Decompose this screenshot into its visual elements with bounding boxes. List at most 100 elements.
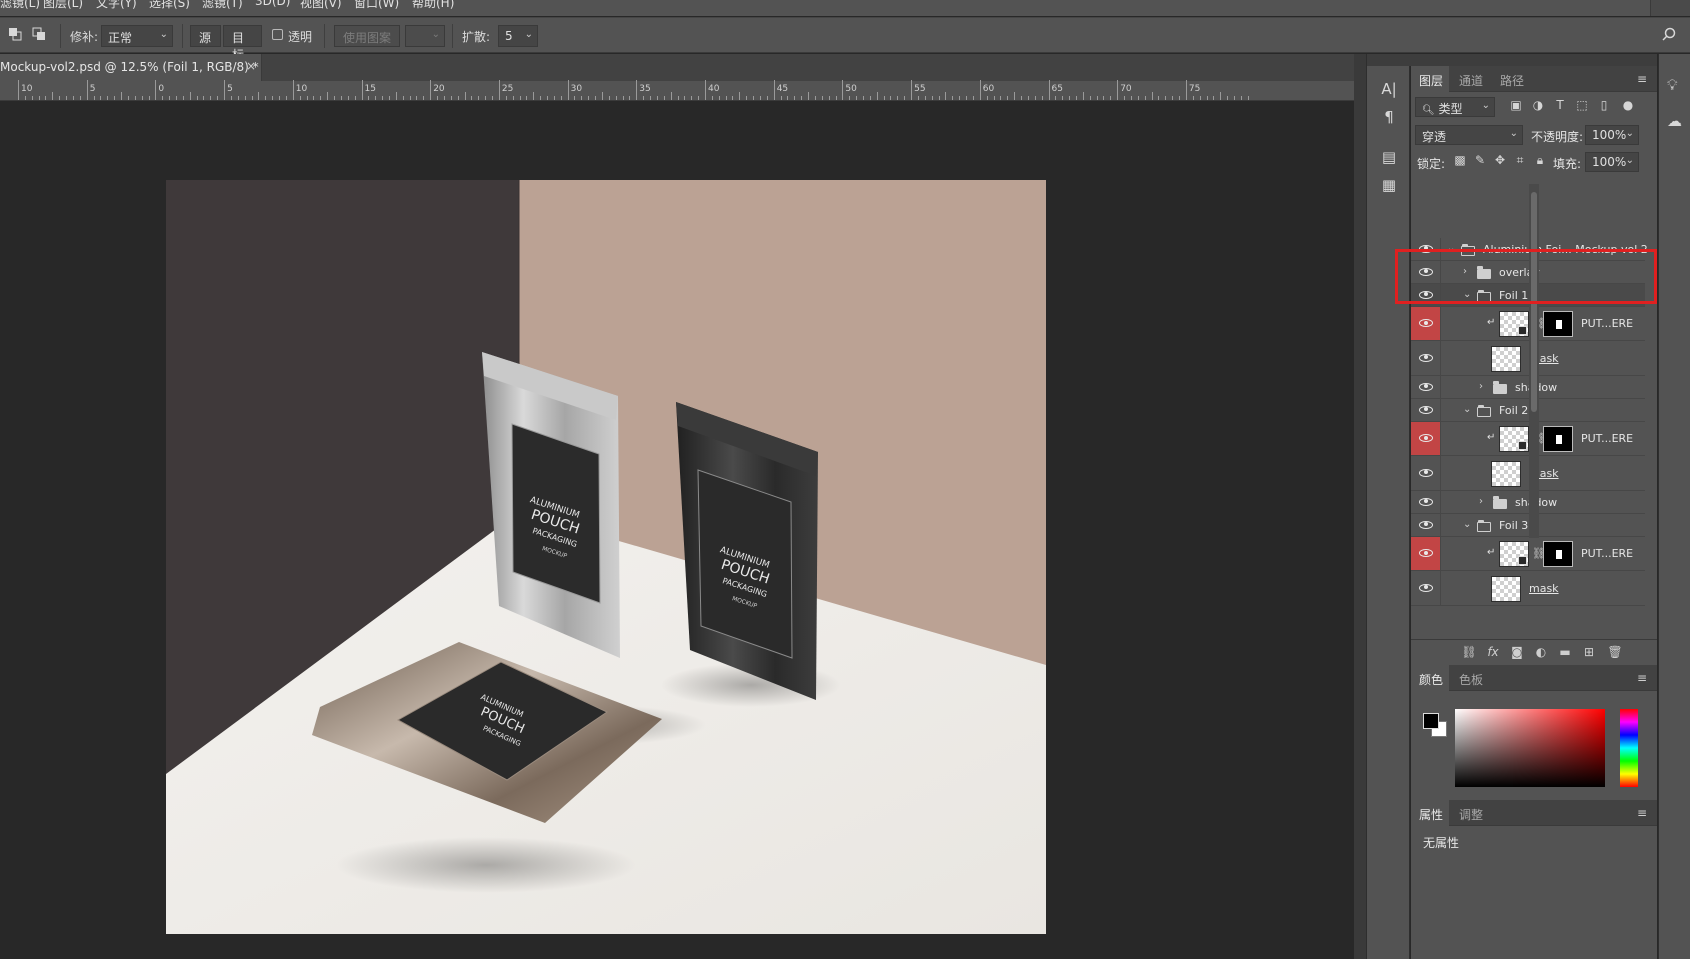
visibility-toggle[interactable] [1411, 514, 1441, 536]
lock-all-icon[interactable]: 🔒︎ [1533, 153, 1547, 168]
source-button[interactable]: 源 [190, 25, 221, 47]
visibility-toggle[interactable] [1411, 422, 1441, 455]
visibility-toggle[interactable] [1411, 571, 1441, 605]
layer-row[interactable]: ↵⛓︎PUT...ERE [1411, 422, 1645, 456]
menu-item[interactable]: 3D(D) [255, 0, 290, 8]
layer-row[interactable]: ↵⛓︎PUT...ERE [1411, 307, 1645, 341]
pattern-picker[interactable]: ⌄ [405, 25, 445, 47]
hue-slider[interactable] [1620, 709, 1638, 787]
shape-filter-icon[interactable]: ⬚ [1575, 98, 1589, 112]
pixel-filter-icon[interactable]: ▣ [1509, 98, 1523, 112]
character-icon[interactable]: A| [1380, 80, 1398, 98]
menu-item[interactable]: 帮助(H) [412, 0, 454, 11]
close-icon[interactable]: × [246, 59, 256, 73]
target-button[interactable]: 目标 [223, 25, 262, 62]
layer-thumbnail[interactable] [1499, 311, 1529, 337]
blend-mode-dropdown[interactable]: 穿透 ⌄ [1415, 125, 1523, 145]
menu-item[interactable]: 滤镜(T) [202, 0, 243, 11]
lock-artboard-icon[interactable]: ⌗ [1513, 153, 1527, 168]
layer-row[interactable]: mask [1411, 571, 1645, 606]
foreground-color-swatch[interactable] [1423, 713, 1439, 729]
layer-row[interactable]: ›shadow [1411, 491, 1645, 514]
layer-row[interactable]: mask [1411, 456, 1645, 491]
link-layers-icon[interactable]: ⛓︎ [1461, 645, 1477, 659]
collapse-bar[interactable] [1367, 54, 1411, 66]
canvas-area[interactable]: ALUMINIUM POUCH PACKAGING MOCKUP ALUMINI… [0, 102, 1365, 959]
visibility-toggle[interactable] [1411, 491, 1441, 513]
horizontal-ruler[interactable]: 10 5 0 5 10 15 20 25 30 35 40 45 50 55 60 65 70 75 [0, 80, 1365, 101]
lock-move-icon[interactable]: ✥ [1493, 153, 1507, 167]
layer-mask-thumbnail[interactable] [1543, 541, 1573, 567]
window-controls[interactable] [1650, 0, 1690, 16]
filter-toggle-icon[interactable]: ● [1621, 98, 1635, 112]
layer-mask-thumbnail[interactable] [1543, 426, 1573, 452]
tab-color[interactable]: 颜色 [1419, 671, 1443, 688]
visibility-toggle[interactable] [1411, 307, 1441, 340]
cloud-icon[interactable]: ☁︎ [1667, 112, 1682, 130]
layer-thumbnail[interactable] [1491, 460, 1521, 487]
artboard[interactable]: ALUMINIUM POUCH PACKAGING MOCKUP ALUMINI… [166, 180, 1046, 934]
visibility-toggle[interactable] [1411, 341, 1441, 375]
new-group-icon[interactable]: ▬ [1557, 645, 1573, 659]
visibility-toggle[interactable] [1411, 399, 1441, 421]
tab-properties[interactable]: 属性 [1419, 806, 1443, 823]
type-filter-icon[interactable]: T [1553, 98, 1567, 112]
layer-row[interactable]: ↵⛓︎PUT...ERE [1411, 537, 1645, 571]
adjustment-filter-icon[interactable]: ◑ [1531, 98, 1545, 112]
menu-item[interactable]: 视图(V) [300, 0, 342, 11]
new-selection-icon[interactable] [8, 27, 22, 41]
lock-transparent-icon[interactable]: ▩ [1453, 153, 1467, 167]
document-tab[interactable]: Mockup-vol2.psd @ 12.5% (Foil 1, RGB/8) … [0, 54, 262, 81]
adjustment-layer-icon[interactable]: ◐ [1533, 645, 1549, 659]
menu-item[interactable]: 文字(Y) [96, 0, 137, 11]
use-pattern-button[interactable]: 使用图案 [334, 25, 400, 47]
menu-item[interactable]: 选择(S) [149, 0, 190, 11]
libraries-icon[interactable]: ▤ [1380, 148, 1398, 166]
layer-row[interactable]: mask [1411, 341, 1645, 376]
layer-row[interactable]: ⌄ Foil 3 [1411, 514, 1645, 537]
fx-icon[interactable]: fx [1485, 645, 1501, 659]
chevron-right-icon[interactable]: › [1479, 381, 1483, 392]
opacity-input[interactable]: 100% ⌄ [1585, 125, 1639, 145]
panel-menu-icon[interactable]: ≡ [1637, 671, 1647, 685]
chevron-down-icon[interactable]: ⌄ [1463, 519, 1471, 530]
fill-input[interactable]: 100% ⌄ [1585, 152, 1639, 172]
layer-row[interactable]: ›shadow [1411, 376, 1645, 399]
new-layer-icon[interactable]: ⊞ [1581, 645, 1597, 659]
paragraph-icon[interactable]: ¶ [1380, 108, 1398, 126]
menu-item[interactable]: 滤镜(L) [0, 0, 40, 11]
collapse-bar[interactable] [1411, 54, 1657, 66]
transparent-checkbox[interactable] [272, 29, 283, 40]
patch-mode-dropdown[interactable]: 正常 ⌄ [101, 25, 173, 47]
tab-adjustments[interactable]: 调整 [1459, 806, 1483, 823]
layer-mask-thumbnail[interactable] [1543, 311, 1573, 337]
lock-paint-icon[interactable]: ✎ [1473, 153, 1487, 167]
color-spectrum[interactable] [1455, 709, 1605, 787]
layer-thumbnail[interactable] [1499, 426, 1529, 452]
panel-menu-icon[interactable]: ≡ [1637, 72, 1647, 86]
tab-paths[interactable]: 路径 [1500, 72, 1524, 89]
visibility-toggle[interactable] [1411, 376, 1441, 398]
chevron-right-icon[interactable]: › [1479, 496, 1483, 507]
layers-scrollbar[interactable] [1529, 184, 1539, 538]
layer-row[interactable]: ⌄ Foil 2 [1411, 399, 1645, 422]
layer-thumbnail[interactable] [1491, 345, 1521, 372]
trash-icon[interactable]: 🗑︎ [1607, 645, 1623, 659]
panel-menu-icon[interactable]: ≡ [1637, 806, 1647, 820]
tab-channels[interactable]: 通道 [1459, 72, 1483, 89]
menu-item[interactable]: 窗口(W) [354, 0, 399, 11]
smart-object-filter-icon[interactable]: ▯ [1597, 98, 1611, 112]
visibility-toggle[interactable] [1411, 537, 1441, 570]
layer-thumbnail[interactable] [1491, 575, 1521, 602]
menu-item[interactable]: 图层(L) [43, 0, 83, 11]
search-icon[interactable] [1662, 27, 1676, 41]
add-mask-icon[interactable]: ◙ [1509, 645, 1525, 659]
diffusion-dropdown[interactable]: 5 ⌄ [498, 25, 538, 47]
add-selection-icon[interactable] [32, 27, 46, 41]
tab-swatches[interactable]: 色板 [1459, 671, 1483, 688]
lightbulb-icon[interactable]: 💡︎ [1667, 76, 1678, 94]
visibility-toggle[interactable] [1411, 456, 1441, 490]
chevron-down-icon[interactable]: ⌄ [1463, 404, 1471, 415]
filter-kind-dropdown[interactable]: 🔍︎ 类型 ⌄ [1415, 97, 1495, 117]
canvas-scrollbar[interactable] [1354, 54, 1366, 959]
